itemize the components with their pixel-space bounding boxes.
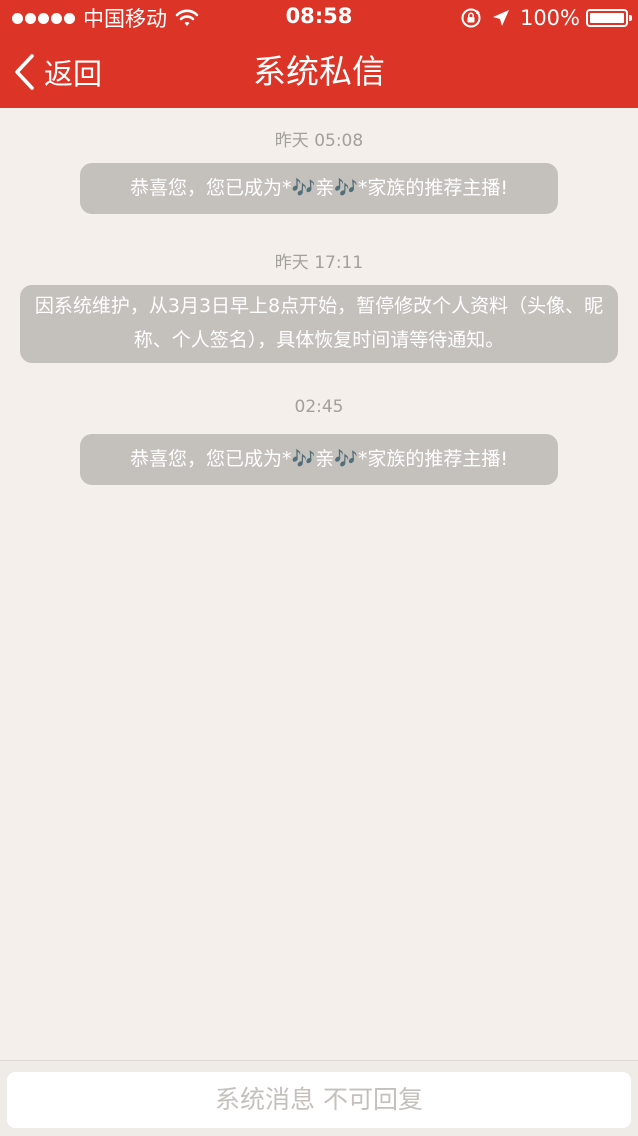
message-bubble: 恭喜您，您已成为*🎶亲🎶*家族的推荐主播! (80, 434, 558, 485)
message-timestamp: 昨天 17:11 (274, 253, 364, 273)
app-screen: 中国移动 08:58 100% 返回 系统私信 昨天 05:08 恭喜您，您已成… (0, 0, 638, 1136)
reply-input-disabled: 系统消息 不可回复 (7, 1072, 631, 1128)
status-bar: 中国移动 08:58 100% (0, 0, 638, 36)
back-label: 返回 (44, 57, 103, 91)
chevron-left-icon (15, 54, 34, 90)
status-right: 100% (460, 5, 632, 31)
back-button[interactable]: 返回 (12, 50, 102, 94)
rotation-lock-icon (461, 8, 481, 28)
battery-icon (586, 9, 632, 27)
message-timestamp: 02:45 (294, 397, 344, 417)
battery-tip (629, 15, 632, 21)
battery-percent: 100% (519, 6, 580, 30)
nav-bar: 返回 系统私信 (0, 36, 638, 108)
battery-fill (590, 13, 624, 23)
message-bubble: 因系统维护，从3月3日早上8点开始，暂停修改个人资料（头像、昵称、个人签名），具… (20, 285, 618, 363)
message-timestamp: 昨天 05:08 (274, 131, 364, 151)
location-arrow-icon (492, 10, 509, 26)
header: 中国移动 08:58 100% 返回 系统私信 (0, 0, 638, 108)
message-bubble: 恭喜您，您已成为*🎶亲🎶*家族的推荐主播! (80, 163, 558, 214)
reply-bar: 系统消息 不可回复 (0, 1060, 638, 1136)
